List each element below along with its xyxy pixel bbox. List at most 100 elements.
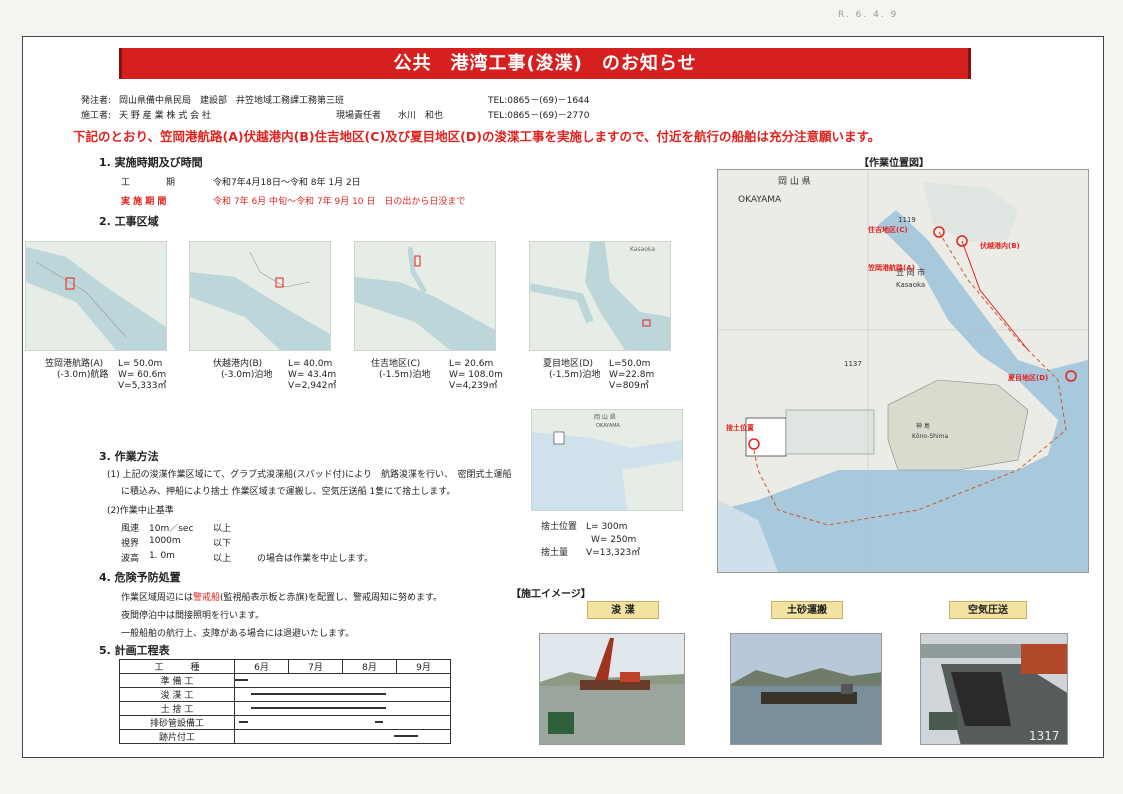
- criteria-wave-key: 波高: [121, 554, 140, 564]
- notice-sheet: 公共 港湾工事(浚渫) のお知らせ 発注者: 岡山県備中県民局 建設部 井笠地域…: [22, 36, 1104, 758]
- area-c-dims: L= 20.6m W= 108.0m V=4,239㎥: [449, 359, 503, 392]
- safety-line1: 作業区域周辺には警戒船(監視船表示板と赤旗)を配置し、警戒周知に努めます。: [121, 590, 442, 603]
- map-konoshima-jp: 神 島: [916, 422, 930, 430]
- map-okayama: OKAYAMA: [738, 195, 782, 205]
- area-a-name: 笠岡港航路(A): [45, 359, 104, 369]
- section1-heading: 1. 実施時期及び時間: [99, 156, 203, 169]
- criteria-wind-value: 10m／sec: [149, 524, 194, 534]
- area-c-width: W= 108.0m: [449, 370, 503, 380]
- section2-heading: 2. 工事区域: [99, 215, 159, 228]
- map-label-a: 笠岡港航路(A): [867, 263, 915, 272]
- area-a-width: W= 60.6m: [118, 370, 167, 380]
- area-a-dims: L= 50.0m W= 60.6m V=5,333㎥: [118, 359, 166, 392]
- method-p1: (1) 上記の浚渫作業区域にて、グラブ式浚渫船(スパッド付)により 航路浚渫を行…: [107, 470, 512, 480]
- schedule-month-8: 8月: [342, 659, 397, 674]
- image-label-transport: 土砂運搬: [771, 601, 843, 619]
- schedule-month-7: 7月: [288, 659, 343, 674]
- area-c-length: L= 20.6m: [449, 359, 494, 369]
- site-manager-label: 現場責任者: [336, 111, 382, 121]
- image-label-dredge: 浚 渫: [587, 601, 659, 619]
- task-name: 排砂管設備工: [119, 715, 235, 730]
- impl-period-value: 令和 7年 6月 中旬～令和 7年 9月 10 日 日の出から日没まで: [213, 197, 466, 207]
- schedule-row: 跡片付工: [119, 729, 451, 744]
- area-a-length: L= 50.0m: [118, 359, 163, 369]
- area-c-caption: 住吉地区(C) (-1.5m)泊地: [371, 359, 430, 381]
- area-c-map: [354, 241, 496, 351]
- criteria-wind-key: 風速: [121, 524, 140, 534]
- criteria-vis-key: 視界: [121, 539, 140, 549]
- dump-volume: V=13,323㎥: [586, 548, 641, 558]
- location-map: OKAYAMA 岡 山 県 笠 岡 市 Kasaoka 1119 1137 神 …: [717, 169, 1089, 573]
- map-1119: 1119: [898, 216, 916, 224]
- task-schedule-bar: [235, 679, 249, 681]
- dump-length: L= 300m: [586, 522, 628, 532]
- contractor-label: 施工者:: [81, 111, 112, 121]
- dump-amount-label: 捨土量: [541, 548, 569, 558]
- area-d-dims: L=50.0m W=22.8m V=809㎥: [609, 359, 654, 392]
- area-d-map-label: Kasaoka: [630, 246, 655, 253]
- orderer-tel: TEL:0865－(69)－1644: [488, 96, 590, 106]
- task-name: 土 捨 工: [119, 701, 235, 716]
- schedule-row: 土 捨 工: [119, 701, 451, 716]
- work-period-label: 工 期: [121, 178, 182, 188]
- map-label-b: 伏越港内(B): [980, 241, 1020, 250]
- orderer-name: 岡山県備中県民局 建設部 井笠地域工務課工務第三班: [119, 96, 345, 106]
- dump-site-map: 岡 山 県 OKAYAMA: [531, 409, 683, 511]
- area-d-caption: 夏目地区(D) (-1.5m)泊地: [543, 359, 600, 381]
- site-manager-name: 水川 和也: [398, 111, 444, 121]
- area-d-depth: (-1.5m)泊地: [549, 370, 601, 380]
- stop-criteria-heading: (2)作業中止基準: [107, 506, 174, 516]
- area-a-map: [25, 241, 167, 351]
- area-b-width: W= 43.4m: [288, 370, 337, 380]
- area-b-map: [189, 241, 331, 351]
- area-a-depth: (-3.0m)航路: [57, 370, 109, 380]
- area-b-name: 伏越港内(B): [213, 359, 263, 369]
- schedule-row: 浚 渫 工: [119, 687, 451, 702]
- area-d-width: W=22.8m: [609, 370, 655, 380]
- task-bar-cell: [234, 687, 451, 702]
- task-schedule-bar: [251, 707, 386, 709]
- area-a-caption: 笠岡港航路(A) (-3.0m)航路: [45, 359, 108, 381]
- image-label-air: 空気圧送: [949, 601, 1027, 619]
- area-d-map: Kasaoka: [529, 241, 671, 351]
- section4-heading: 4. 危険予防処置: [99, 571, 181, 584]
- photo-boat-number: 1317: [1029, 729, 1060, 743]
- area-d-volume: V=809㎥: [609, 381, 649, 391]
- location-heading: 【作業位置図】: [859, 158, 929, 169]
- criteria-wave-cond: 以上: [213, 554, 232, 564]
- safety-line3: 一般船舶の航行上、支障がある場合には退避いたします。: [121, 629, 355, 639]
- task-schedule-bar: [374, 721, 383, 723]
- notice-title: 公共 港湾工事(浚渫) のお知らせ: [119, 48, 971, 79]
- schedule-task-header: 工 種: [119, 659, 235, 674]
- corner-stamp: R. 6. 4. 9: [838, 10, 899, 20]
- task-bar-cell: [234, 701, 451, 716]
- schedule-table: 工 種 6月 7月 8月 9月 準 備 工 浚 渫 工 土 捨 工 排砂管設備工…: [119, 659, 451, 744]
- section5-heading: 5. 計画工程表: [99, 644, 170, 657]
- schedule-row: 準 備 工: [119, 673, 451, 688]
- safety-line1-pre: 作業区域周辺には: [121, 593, 194, 603]
- dump-map-okayama: OKAYAMA: [596, 423, 621, 429]
- map-label-dump: 捨土位置: [726, 423, 754, 432]
- task-bar-cell: [234, 729, 451, 744]
- task-bar-cell: [234, 715, 451, 730]
- area-b-length: L= 40.0m: [288, 359, 333, 369]
- area-b-volume: V=2,942㎥: [288, 381, 337, 391]
- criteria-vis-cond: 以下: [213, 539, 232, 549]
- area-b-dims: L= 40.0m W= 43.4m V=2,942㎥: [288, 359, 336, 392]
- area-d-name: 夏目地区(D): [543, 359, 593, 369]
- criteria-wind-cond: 以上: [213, 524, 232, 534]
- dump-caption: 捨土位置 L= 300m W= 250m 捨土量 V=13,323㎥: [541, 521, 640, 560]
- lead-notice: 下記のとおり、笠岡港航路(A)伏越港内(B)住吉地区(C)及び夏目地区(D)の浚…: [73, 129, 881, 144]
- area-c-name: 住吉地区(C): [371, 359, 421, 369]
- images-heading: 【施工イメージ】: [511, 589, 591, 600]
- area-b-depth: (-3.0m)泊地: [221, 370, 273, 380]
- safety-line2: 夜間停泊中は間接照明を行います。: [121, 611, 265, 621]
- contractor-tel: TEL:0865－(69)－2770: [488, 111, 590, 121]
- work-period-value: 令和7年4月18日～令和 8年 1月 2日: [213, 178, 361, 188]
- map-label-d: 夏目地区(D): [1007, 373, 1048, 382]
- schedule-month-6: 6月: [234, 659, 289, 674]
- photo-air-pumping: 1317: [920, 633, 1068, 745]
- task-schedule-bar: [239, 721, 249, 723]
- safety-line1-post: (監視船表示板と赤旗)を配置し、警戒周知に努めます。: [220, 593, 443, 603]
- criteria-wave-value: 1. 0m: [149, 551, 175, 561]
